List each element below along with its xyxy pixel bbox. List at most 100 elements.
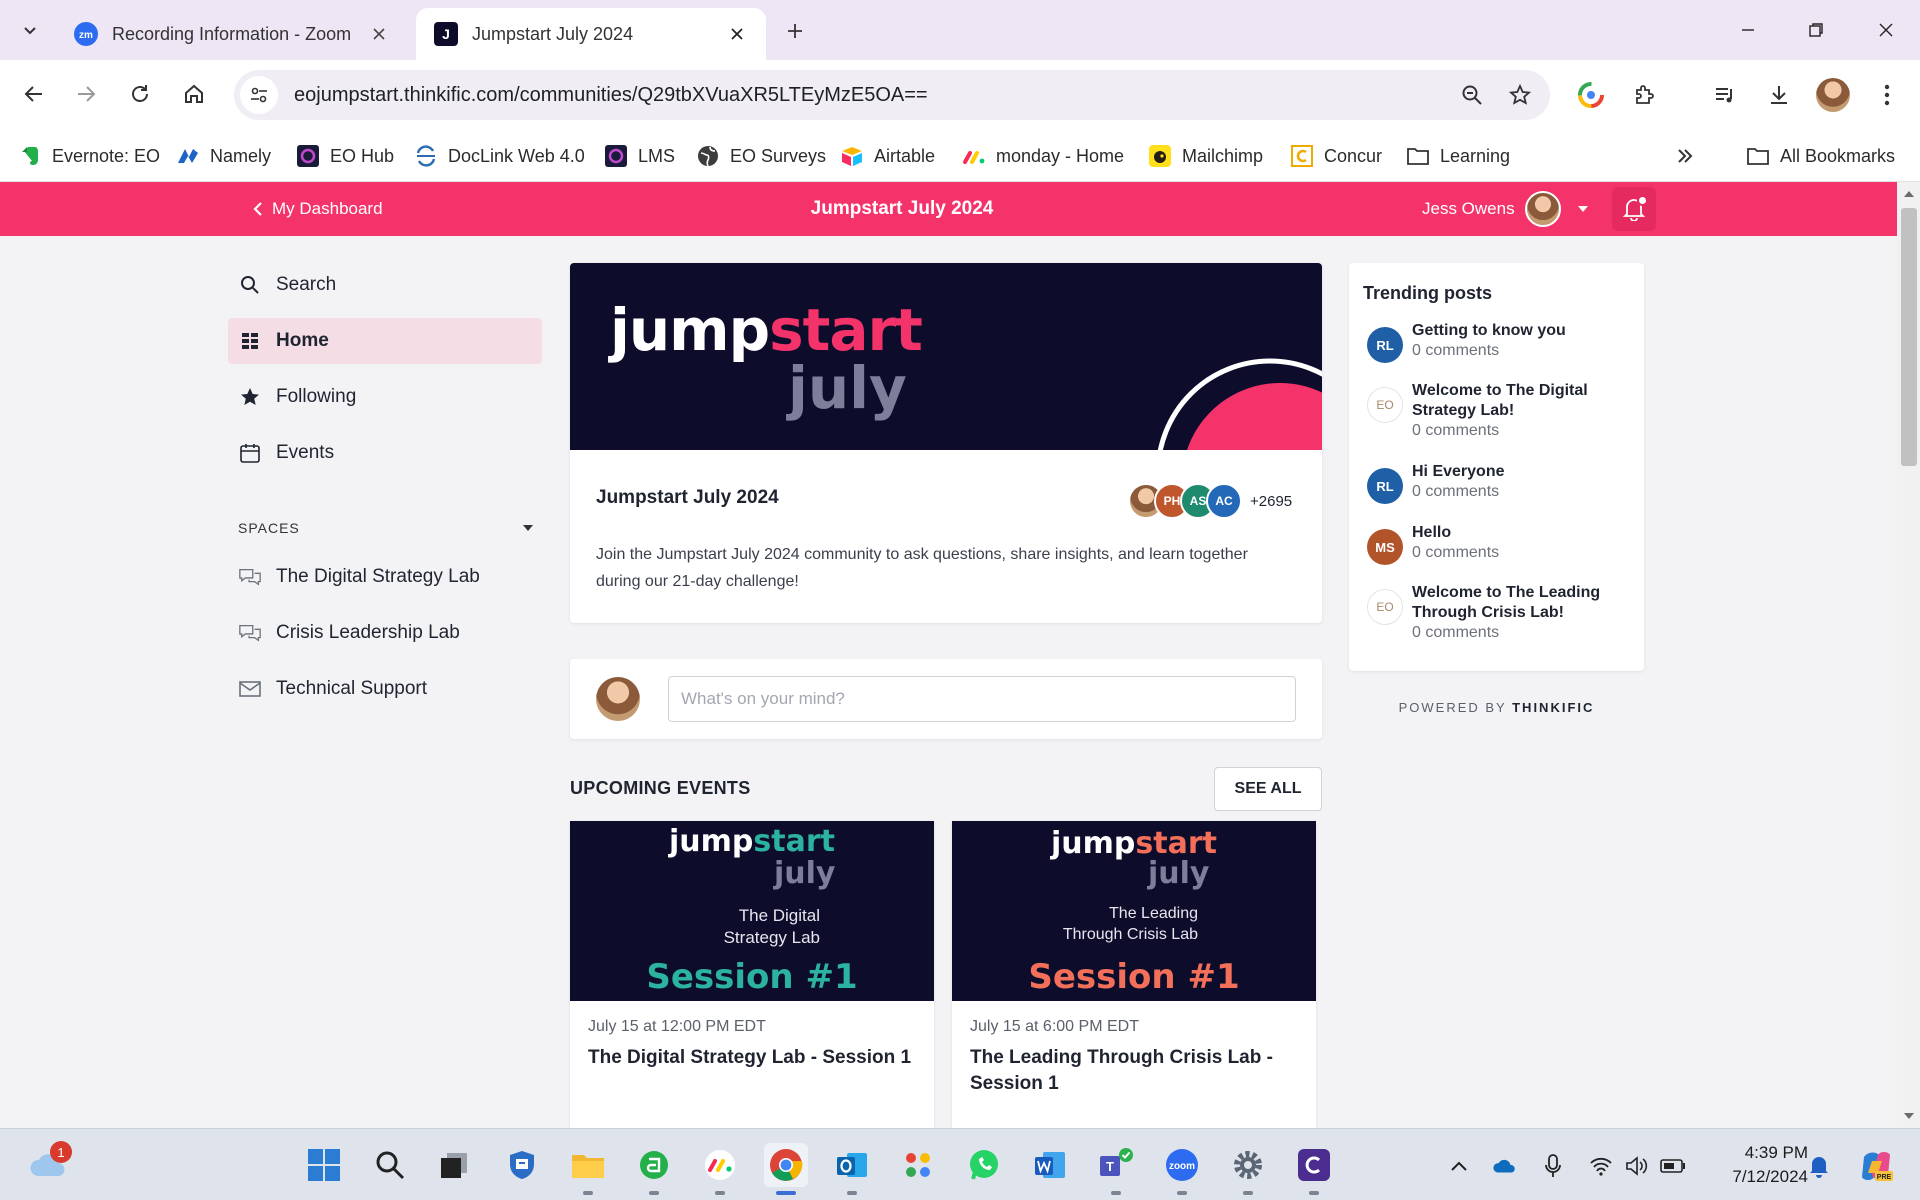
taskbar-settings[interactable]	[1226, 1143, 1270, 1195]
see-all-button[interactable]: SEE ALL	[1214, 767, 1322, 811]
bookmark-eo-hub[interactable]: EO Hub	[296, 140, 394, 172]
sidebar-item-search[interactable]: Search	[228, 262, 542, 308]
sidebar-item-home[interactable]: Home	[228, 318, 542, 364]
double-chevron-right-icon	[1678, 149, 1693, 163]
svg-text:zm: zm	[79, 30, 93, 41]
taskbar-start[interactable]	[302, 1143, 346, 1187]
taskbar-outlook[interactable]	[830, 1143, 874, 1195]
event-card[interactable]: jumpstart july The Digital Strategy Lab …	[570, 821, 934, 1128]
post-title[interactable]: Welcome to The Digital Strategy Lab!	[1412, 381, 1637, 421]
arrow-left-icon	[24, 86, 42, 102]
taskbar-app-grid[interactable]	[896, 1143, 940, 1187]
trending-title: Trending posts	[1363, 283, 1493, 303]
event-title[interactable]: The Digital Strategy Lab - Session 1	[588, 1045, 918, 1071]
bookmark-eo-surveys[interactable]: EO Surveys	[696, 140, 826, 172]
close-window-button[interactable]	[1866, 12, 1906, 48]
zoom-button[interactable]	[1454, 77, 1490, 113]
hidden-icons-button[interactable]	[1446, 1153, 1472, 1179]
taskbar-teams[interactable]: T	[1094, 1143, 1138, 1195]
powered-by-thinkific[interactable]: POWERED BY THINKIFIC	[1349, 700, 1644, 715]
network-status[interactable]	[1588, 1153, 1614, 1179]
more-bookmarks-button[interactable]	[1676, 140, 1694, 172]
taskbar-monday[interactable]	[698, 1143, 742, 1195]
community-header: My Dashboard Jumpstart July 2024 Jess Ow…	[0, 182, 1897, 236]
minimize-button[interactable]	[1728, 12, 1768, 48]
spaces-section-toggle[interactable]: SPACES	[238, 518, 534, 538]
taskbar-whatsapp[interactable]	[962, 1143, 1006, 1187]
post-input[interactable]	[668, 676, 1296, 722]
home-button[interactable]	[174, 74, 214, 114]
restore-button[interactable]	[1796, 12, 1836, 48]
battery-status[interactable]	[1660, 1153, 1686, 1179]
taskbar-app[interactable]	[1292, 1143, 1336, 1195]
back-button[interactable]	[14, 74, 54, 114]
bookmark-doclink[interactable]: DocLink Web 4.0	[414, 140, 585, 172]
bookmark-star-button[interactable]	[1502, 77, 1538, 113]
copilot-button[interactable]: PRE	[1856, 1147, 1896, 1185]
taskbar-security[interactable]	[500, 1143, 544, 1187]
bookmark-namely[interactable]: Namely	[176, 140, 271, 172]
sidebar-item-technical-support[interactable]: Technical Support	[228, 666, 542, 712]
sidebar-item-following[interactable]: Following	[228, 374, 542, 420]
close-icon[interactable]	[368, 23, 390, 45]
forward-button[interactable]	[66, 74, 106, 114]
all-bookmarks-button[interactable]: All Bookmarks	[1746, 140, 1895, 172]
weather-widget[interactable]: 1	[26, 1141, 72, 1187]
bookmark-mailchimp[interactable]: Mailchimp	[1148, 140, 1263, 172]
bookmark-airtable[interactable]: Airtable	[840, 140, 935, 172]
taskbar-search[interactable]	[368, 1143, 412, 1187]
sidebar-item-digital-strategy-lab[interactable]: The Digital Strategy Lab	[228, 554, 542, 600]
post-title[interactable]: Hello	[1412, 523, 1637, 543]
tab-search-button[interactable]	[10, 10, 50, 50]
post-title[interactable]: Getting to know you	[1412, 321, 1637, 341]
tab-zoom[interactable]: zm Recording Information - Zoom	[56, 8, 408, 60]
extension-color-button[interactable]	[1574, 78, 1608, 112]
sidebar-item-crisis-leadership-lab[interactable]: Crisis Leadership Lab	[228, 610, 542, 656]
event-card[interactable]: jumpstart july The Leading Through Crisi…	[952, 821, 1316, 1128]
site-info-button[interactable]	[240, 76, 278, 114]
page-scrollbar[interactable]	[1897, 182, 1920, 1128]
browser-menu-button[interactable]	[1870, 78, 1904, 112]
extensions-button[interactable]	[1628, 78, 1662, 112]
bookmark-lms[interactable]: LMS	[604, 140, 675, 172]
member-avatars[interactable]: PH AS AC +2695	[1128, 483, 1292, 519]
browser-profile-avatar[interactable]	[1816, 78, 1850, 112]
taskbar-evernote[interactable]	[632, 1143, 676, 1195]
media-controls-button[interactable]	[1708, 78, 1742, 112]
taskbar-file-explorer[interactable]	[566, 1143, 610, 1195]
address-bar[interactable]: eojumpstart.thinkific.com/communities/Q2…	[234, 70, 1550, 120]
post-comments: 0 comments	[1412, 483, 1500, 500]
tab-jumpstart[interactable]: J Jumpstart July 2024	[416, 8, 766, 60]
bookmark-evernote[interactable]: Evernote: EO	[18, 140, 160, 172]
home-icon	[185, 84, 203, 103]
user-menu[interactable]: Jess Owens	[1422, 182, 1589, 236]
sidebar-item-events[interactable]: Events	[228, 430, 542, 476]
taskbar-zoom[interactable]: zoom	[1160, 1143, 1204, 1195]
microphone-status[interactable]	[1540, 1153, 1566, 1179]
post-title[interactable]: Hi Everyone	[1412, 462, 1637, 482]
bookmark-learning-folder[interactable]: Learning	[1406, 140, 1510, 172]
volume-status[interactable]	[1624, 1153, 1650, 1179]
bookmark-concur[interactable]: Concur	[1290, 140, 1382, 172]
new-tab-button[interactable]	[778, 14, 812, 48]
taskbar-clock[interactable]: 4:39 PM 7/12/2024	[1716, 1141, 1808, 1189]
bookmark-monday[interactable]: monday - Home	[962, 140, 1124, 172]
scroll-down-icon[interactable]	[1903, 1110, 1915, 1122]
monday-icon	[705, 1150, 735, 1180]
taskbar-word[interactable]	[1028, 1143, 1072, 1187]
reload-button[interactable]	[120, 74, 160, 114]
scroll-up-icon[interactable]	[1903, 188, 1915, 200]
notifications-button[interactable]	[1612, 187, 1656, 231]
notification-center-button[interactable]	[1806, 1153, 1832, 1179]
close-icon[interactable]	[726, 23, 748, 45]
taskbar-task-view[interactable]	[432, 1143, 476, 1187]
scrollbar-thumb[interactable]	[1901, 208, 1917, 466]
url-text[interactable]: eojumpstart.thinkific.com/communities/Q2…	[294, 84, 1454, 107]
taskbar-chrome[interactable]	[764, 1143, 808, 1195]
event-title[interactable]: The Leading Through Crisis Lab - Session…	[970, 1045, 1300, 1097]
downloads-button[interactable]	[1762, 78, 1796, 112]
lms-icon	[604, 144, 628, 168]
post-title[interactable]: Welcome to The Leading Through Crisis La…	[1412, 583, 1637, 623]
svg-text:zoom: zoom	[1169, 1161, 1195, 1172]
onedrive-status[interactable]	[1492, 1153, 1518, 1179]
